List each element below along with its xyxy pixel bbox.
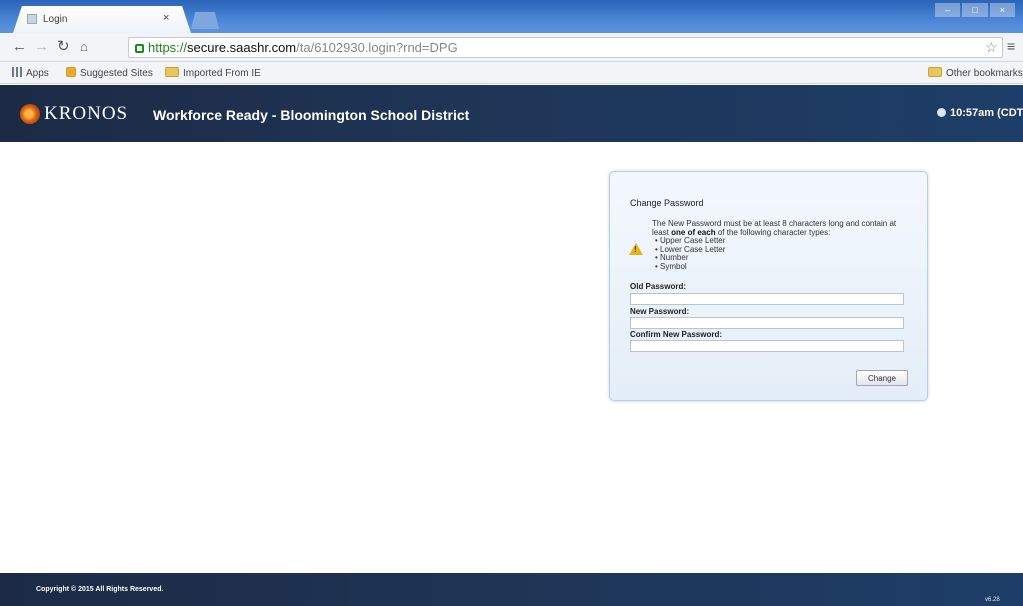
apps-icon [12, 67, 22, 77]
home-icon[interactable]: ⌂ [80, 38, 88, 56]
change-password-panel: Change Password The New Password must be… [609, 171, 928, 401]
url-host: secure.saashr.com [187, 40, 297, 55]
maximize-icon[interactable]: □ [962, 3, 988, 17]
new-password-label: New Password: [630, 307, 690, 316]
app-header: KRONOS Workforce Ready - Bloomington Sch… [0, 85, 1023, 142]
confirm-password-field[interactable] [630, 340, 904, 352]
bookmark-other-folder[interactable]: Other bookmarks [928, 67, 1023, 79]
bookmark-other-label: Other bookmarks [946, 68, 1023, 79]
version-text: v6.28 [985, 597, 1000, 603]
url-path: /ta/6102930.login?rnd=DPG [296, 40, 458, 55]
address-bar[interactable]: https://secure.saashr.com/ta/6102930.log… [128, 37, 1003, 58]
current-time-text: 10:57am (CDT) [950, 107, 1023, 119]
bookmarks-bar: Apps Suggested Sites Imported From IE Ot… [0, 62, 1023, 84]
app-footer: Copyright © 2015 All Rights Reserved. v6… [0, 573, 1023, 606]
folder-icon [165, 67, 179, 77]
password-rules: The New Password must be at least 8 char… [652, 219, 912, 272]
rule-item: Lower Case Letter [655, 245, 912, 255]
current-time: 10:57am (CDT) [937, 107, 1023, 119]
kronos-logo-icon [20, 104, 40, 124]
bookmark-imported-folder[interactable]: Imported From IE [165, 67, 261, 79]
minimize-icon[interactable]: – [935, 3, 961, 17]
folder-icon [928, 67, 942, 77]
confirm-password-label: Confirm New Password: [630, 330, 723, 339]
url-scheme: https:// [148, 40, 188, 55]
bookmark-apps-label: Apps [26, 68, 49, 79]
old-password-label: Old Password: [630, 282, 687, 291]
bookmark-suggested-label: Suggested Sites [80, 68, 153, 79]
browser-menu-icon[interactable]: ≡ [1007, 38, 1015, 54]
page-title: Workforce Ready - Bloomington School Dis… [153, 107, 470, 123]
tab-title: Login [43, 14, 68, 25]
kronos-logo-text: KRONOS [44, 103, 129, 124]
old-password-field[interactable] [630, 293, 904, 305]
reload-icon[interactable]: ↻ [57, 38, 70, 56]
bookmark-imported-label: Imported From IE [183, 68, 261, 79]
change-password-title: Change Password [630, 198, 704, 208]
browser-toolbar: ← → ↻ ⌂ https://secure.saashr.com/ta/610… [0, 33, 1023, 62]
suggested-sites-icon [66, 67, 76, 77]
new-password-field[interactable] [630, 317, 904, 329]
browser-tab[interactable]: Login × [13, 6, 191, 33]
rule-item: Number [655, 253, 912, 263]
copyright-text: Copyright © 2015 All Rights Reserved. [36, 586, 164, 593]
bookmark-suggested-sites[interactable]: Suggested Sites [66, 67, 153, 79]
browser-titlebar: Login × – □ × [0, 0, 1023, 33]
rules-tail: of the following character types: [717, 227, 831, 237]
warning-icon [629, 243, 643, 255]
close-window-icon[interactable]: × [989, 3, 1015, 17]
bookmark-apps[interactable]: Apps [12, 67, 49, 79]
bookmark-star-icon[interactable]: ☆ [985, 39, 998, 56]
clock-icon [937, 108, 946, 117]
new-tab-button[interactable] [191, 12, 219, 29]
back-arrow-icon[interactable]: ← [12, 38, 27, 56]
lock-icon [135, 44, 144, 53]
page-favicon-icon [27, 14, 37, 24]
forward-arrow-icon[interactable]: → [34, 38, 49, 56]
change-password-button[interactable]: Change [856, 370, 908, 386]
window-controls: – □ × [935, 3, 1015, 17]
tab-close-icon[interactable]: × [163, 12, 169, 24]
rules-list: Upper Case Letter Lower Case Letter Numb… [655, 236, 912, 272]
rule-item: Symbol [655, 262, 912, 272]
